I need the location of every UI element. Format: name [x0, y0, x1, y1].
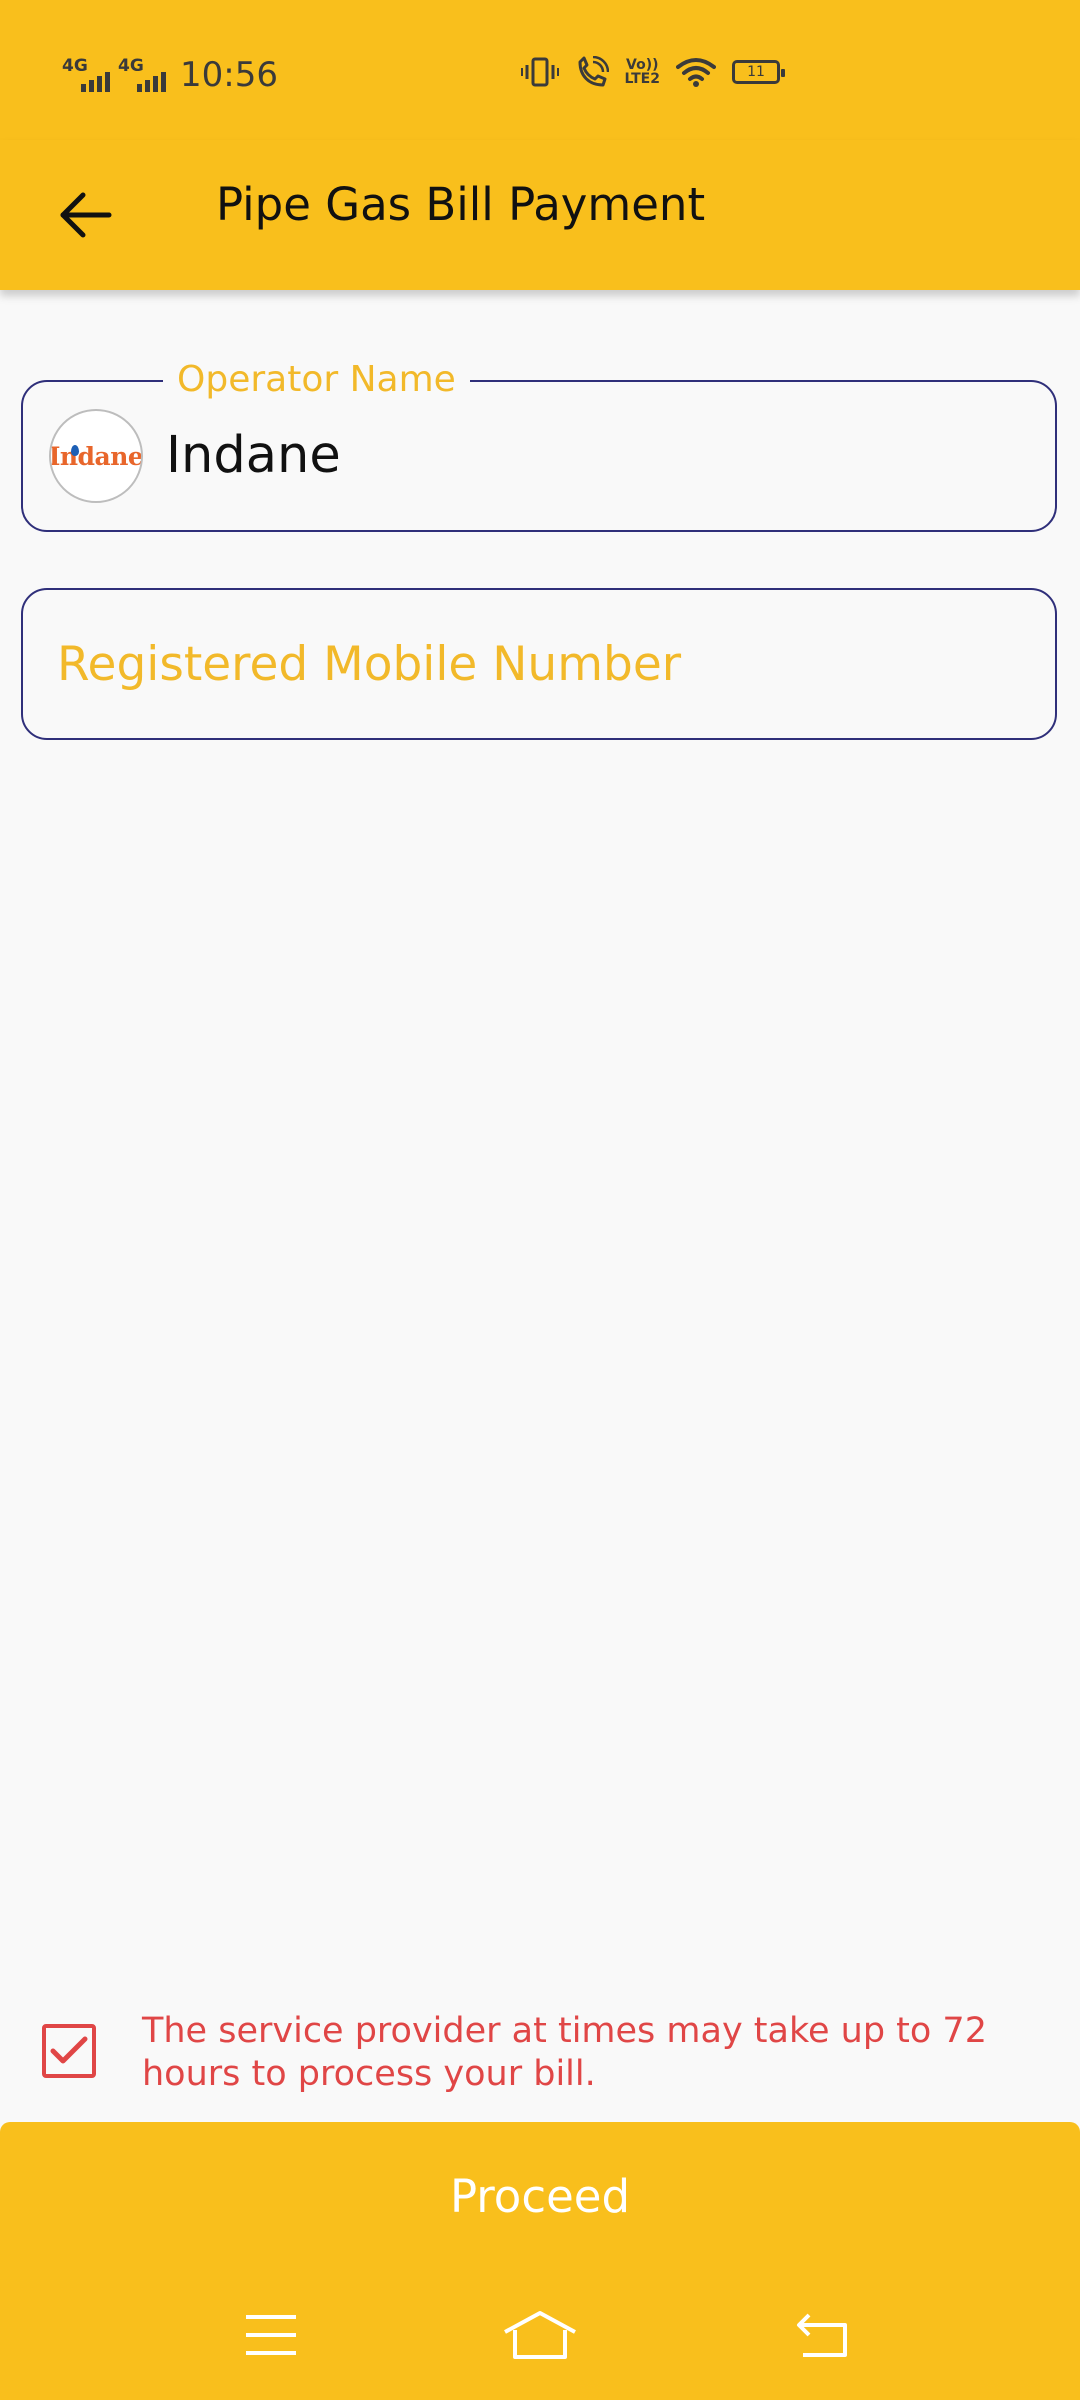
signal-bars-2: [137, 72, 166, 92]
menu-icon: [246, 2315, 296, 2355]
mobile-number-field[interactable]: [21, 588, 1057, 740]
back-button[interactable]: [40, 170, 130, 260]
operator-field[interactable]: Operator Name Indane Indane: [21, 360, 1057, 532]
page-title: Pipe Gas Bill Payment: [216, 178, 706, 231]
battery-level: 11: [747, 64, 765, 80]
nav-home-button[interactable]: [495, 2290, 585, 2380]
nav-menu-button[interactable]: [226, 2290, 316, 2380]
signal-2-icon: 4G: [118, 56, 166, 94]
system-nav-bar: [0, 2270, 1080, 2400]
signal-bars-1: [81, 72, 110, 92]
vibrate-icon: [520, 57, 559, 87]
volte-icon: Vo)) LTE2: [625, 58, 660, 86]
status-time: 10:56: [180, 55, 278, 95]
operator-logo-text: Indane: [49, 441, 143, 471]
notice-text: The service provider at times may take u…: [142, 2011, 987, 2094]
wifi-icon: [676, 58, 716, 87]
status-right: Vo)) LTE2 11: [520, 52, 785, 92]
operator-value: Indane: [166, 426, 341, 485]
signal-1-icon: 4G: [62, 56, 110, 94]
battery-icon: 11: [732, 60, 785, 84]
wifi-calling-icon: [578, 56, 609, 87]
status-left: 4G 4G 10:56: [62, 50, 278, 100]
back-icon: [797, 2313, 847, 2357]
app-bar: Pipe Gas Bill Payment: [0, 140, 1080, 290]
arrow-left-icon: [60, 192, 112, 238]
checkmark-icon: [50, 2036, 88, 2064]
operator-logo: Indane: [49, 409, 143, 503]
processing-notice: The service provider at times may take u…: [42, 2010, 1072, 2096]
logo-drop-icon: [71, 445, 79, 456]
nav-back-button[interactable]: [778, 2290, 868, 2380]
home-icon: [504, 2311, 576, 2359]
status-bar: 4G 4G 10:56 Vo)) LTE2 11: [0, 0, 1080, 140]
volte-line2: LTE2: [624, 71, 660, 87]
notice-checkbox[interactable]: [42, 2024, 96, 2078]
volte-line1: Vo)): [626, 57, 659, 73]
proceed-button[interactable]: Proceed: [0, 2122, 1080, 2270]
mobile-number-input[interactable]: [57, 590, 1017, 738]
